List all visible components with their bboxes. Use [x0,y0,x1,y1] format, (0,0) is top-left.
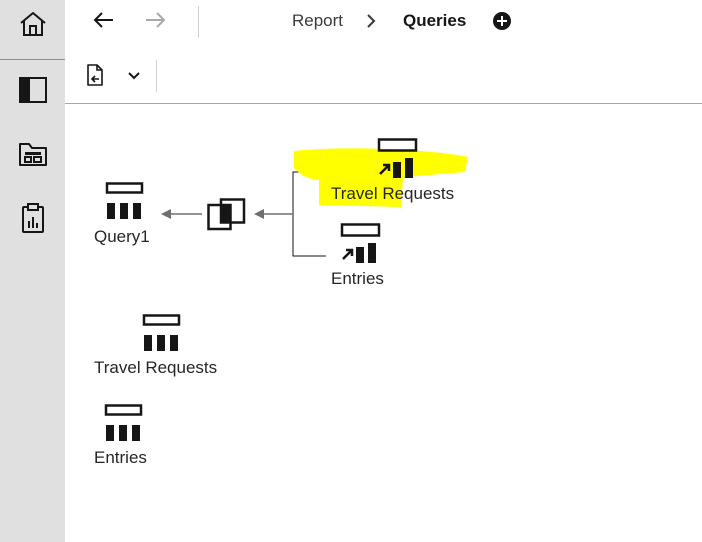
join-operator-icon[interactable] [207,198,247,237]
add-circle-icon [492,12,512,35]
import-menu-dropdown[interactable] [124,64,144,90]
source-entries-label: Entries [331,269,384,288]
source-table-icon [377,138,419,183]
source-table-icon [340,223,382,268]
home-icon [18,9,48,44]
list-item-label: Travel Requests [94,358,218,377]
header-divider [198,6,199,38]
header-bar: Report Queries [65,0,702,44]
query-table-icon [105,182,145,225]
toolbar-bottom-border [65,103,702,104]
breadcrumb-report[interactable]: Report [292,11,343,31]
back-button[interactable] [89,8,117,36]
report-clipboard-icon [19,202,47,239]
left-rail [0,0,65,542]
document-import-icon [85,63,105,92]
query-table-icon [142,314,182,357]
add-query-button[interactable] [492,11,512,31]
data-module-icon [18,140,48,173]
forward-arrow-icon [145,11,167,34]
toggle-panel-button[interactable] [0,68,65,116]
forward-button[interactable] [142,8,170,36]
home-button[interactable] [0,2,65,50]
toolbar-divider [156,60,157,92]
source-travel-requests-label: Travel Requests [331,184,455,203]
breadcrumb-queries: Queries [403,11,467,30]
data-modules-button[interactable] [0,132,65,180]
query1-label: Query1 [94,227,150,246]
sidebar-panel-icon [18,76,48,109]
report-button[interactable] [0,196,65,244]
import-button[interactable] [82,63,108,92]
back-arrow-icon [92,11,114,34]
chevron-down-icon [127,68,141,86]
query-table-icon [104,404,144,447]
rail-divider [0,59,65,60]
list-item-label: Entries [94,448,147,467]
chevron-right-icon [365,12,377,35]
